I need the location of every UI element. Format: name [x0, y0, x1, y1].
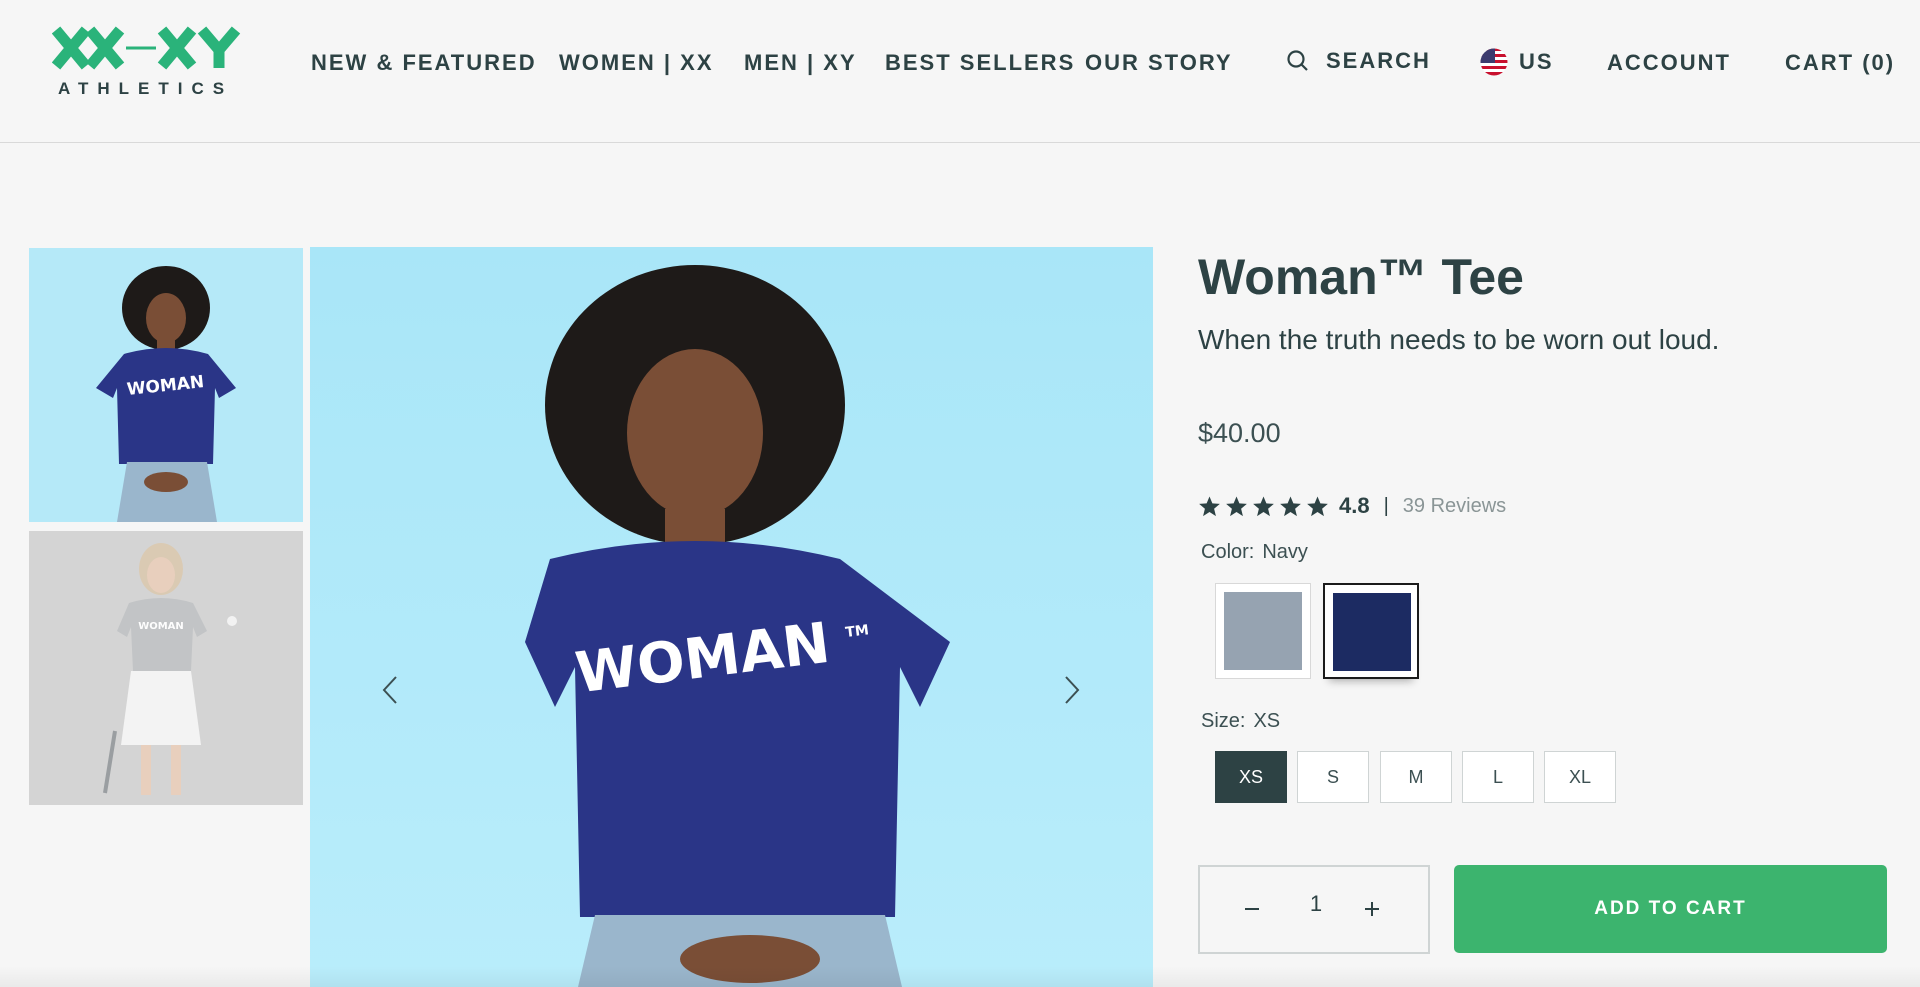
search-label: SEARCH — [1326, 48, 1431, 73]
product-price: $40.00 — [1198, 418, 1281, 448]
logo-mark-icon — [52, 26, 241, 70]
selected-color: Navy — [1262, 541, 1308, 563]
model-navy-tee-image: WOMAN — [29, 248, 303, 522]
color-swatch-gray[interactable] — [1215, 583, 1311, 679]
quantity-decrease-button[interactable] — [1232, 889, 1272, 929]
plus-icon — [1365, 902, 1379, 916]
account-link[interactable]: ACCOUNT — [1607, 50, 1731, 76]
main-product-image: WOMAN TM — [310, 247, 1153, 987]
nav-women[interactable]: WOMEN | XX — [559, 50, 714, 76]
size-button-xs[interactable]: XS — [1215, 751, 1287, 803]
star-icon — [1199, 495, 1220, 516]
size-button-xl[interactable]: XL — [1544, 751, 1616, 803]
star-icon — [1226, 495, 1247, 516]
chevron-right-icon — [1065, 676, 1080, 704]
us-flag-icon — [1480, 48, 1508, 76]
rating-stars — [1198, 495, 1329, 518]
minus-icon — [1245, 908, 1259, 910]
locale-label: US — [1519, 49, 1554, 74]
product-title: Woman™ Tee — [1198, 249, 1524, 305]
model-navy-tee-hero-image: WOMAN TM — [525, 265, 950, 987]
search-button[interactable]: SEARCH — [1286, 48, 1431, 74]
nav-our-story[interactable]: OUR STORY — [1085, 50, 1233, 76]
gallery-next-button[interactable] — [1052, 665, 1092, 715]
size-button-m[interactable]: M — [1380, 751, 1452, 803]
star-icon — [1307, 495, 1328, 516]
quantity-increase-button[interactable] — [1352, 889, 1392, 929]
swatch-fill — [1333, 593, 1411, 671]
star-icon — [1280, 495, 1301, 516]
quantity-stepper: 1 — [1198, 865, 1430, 954]
chevron-left-icon — [382, 676, 397, 704]
rating-value: 4.8 — [1339, 493, 1370, 518]
gallery-thumbnail-1[interactable]: WOMAN — [29, 248, 303, 522]
gallery-thumbnail-2[interactable]: WOMAN — [29, 531, 303, 805]
model-gray-tee-image: WOMAN — [29, 531, 303, 805]
logo-wordmark: ATHLETICS — [58, 79, 234, 98]
size-option-label: Size: XS — [1201, 710, 1281, 732]
site-header: ATHLETICS NEW & FEATURED WOMEN | XX MEN … — [0, 0, 1920, 143]
size-button-l[interactable]: L — [1462, 751, 1534, 803]
nav-new-featured[interactable]: NEW & FEATURED — [311, 50, 537, 76]
size-button-s[interactable]: S — [1297, 751, 1369, 803]
svg-text:TM: TM — [845, 622, 870, 641]
search-icon — [1287, 50, 1308, 71]
gallery-prev-button[interactable] — [370, 665, 410, 715]
reviews-link[interactable]: 39 Reviews — [1403, 495, 1506, 518]
product-tagline: When the truth needs to be worn out loud… — [1198, 324, 1720, 355]
brand-logo[interactable]: ATHLETICS — [52, 26, 248, 98]
locale-selector[interactable]: US — [1480, 48, 1554, 76]
star-icon — [1253, 495, 1274, 516]
add-to-cart-button[interactable]: ADD TO CART — [1454, 865, 1887, 953]
svg-text:WOMAN: WOMAN — [138, 621, 184, 632]
swatch-fill — [1224, 592, 1302, 670]
nav-men[interactable]: MEN | XY — [744, 50, 857, 76]
nav-best-sellers[interactable]: BEST SELLERS — [885, 50, 1075, 76]
cart-link[interactable]: CART (0) — [1785, 50, 1895, 76]
product-rating: 4.8 | 39 Reviews — [1198, 490, 1506, 522]
rating-separator: | — [1383, 494, 1389, 517]
selected-size: XS — [1253, 710, 1281, 732]
color-option-label: Color: Navy — [1201, 541, 1308, 563]
quantity-value[interactable]: 1 — [1296, 891, 1336, 917]
color-swatch-navy[interactable] — [1323, 583, 1419, 679]
